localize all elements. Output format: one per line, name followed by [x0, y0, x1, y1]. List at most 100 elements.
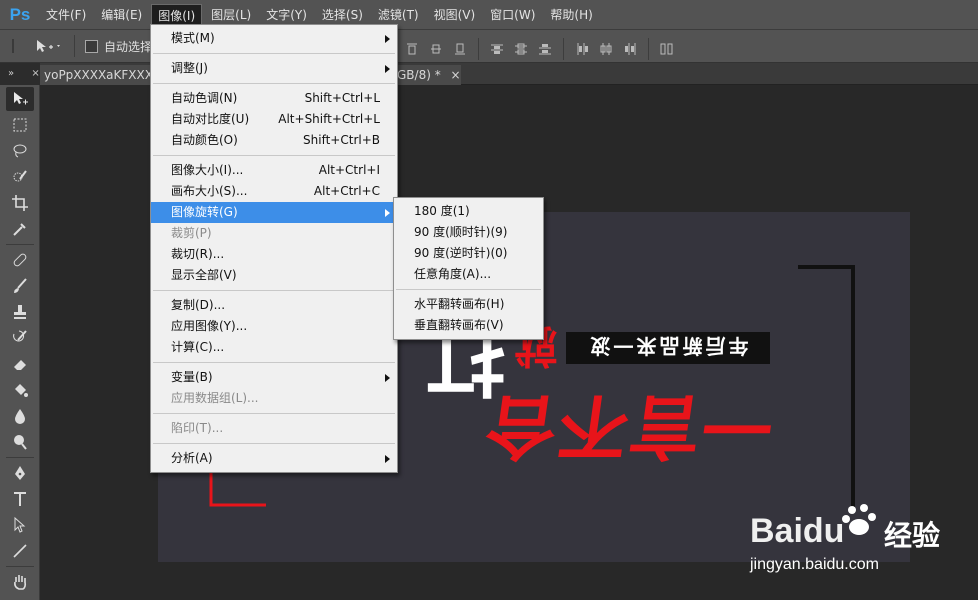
close-icon[interactable]: × — [451, 68, 461, 82]
hand-tool-icon[interactable] — [6, 570, 34, 594]
shortcut: Alt+Ctrl+I — [318, 163, 380, 177]
align-top-icon[interactable] — [404, 41, 420, 57]
menu-item-adjust[interactable]: 调整(J) — [151, 58, 397, 79]
menu-window[interactable]: 窗口(W) — [484, 4, 541, 26]
clone-stamp-tool-icon[interactable] — [6, 300, 34, 324]
submenu-arrow-icon — [385, 65, 390, 73]
watermark-brand: Baidu — [750, 512, 845, 550]
distribute-vcenter-icon[interactable] — [513, 41, 529, 57]
divider — [396, 289, 541, 290]
menu-item-reveal-all[interactable]: 显示全部(V) — [151, 265, 397, 286]
panel-collapse-button[interactable]: » × — [0, 63, 40, 85]
distribute-bottom-icon[interactable] — [537, 41, 553, 57]
menu-item-flip-horizontal[interactable]: 水平翻转画布(H) — [394, 294, 543, 315]
checkbox-box[interactable] — [85, 39, 98, 53]
menu-item-rotate-180[interactable]: 180 度(1) — [394, 201, 543, 222]
marquee-tool-icon[interactable] — [6, 113, 34, 137]
paint-bucket-tool-icon[interactable] — [6, 378, 34, 402]
move-tool-preset-icon[interactable] — [34, 38, 64, 54]
document-tab-row: » × yoPpXXXXaKFXXXX GB/8) * × — [0, 63, 978, 85]
menu-item-rotate-arbitrary[interactable]: 任意角度(A)... — [394, 264, 543, 285]
menu-help[interactable]: 帮助(H) — [544, 4, 598, 26]
divider — [6, 457, 34, 458]
menu-item-calculations[interactable]: 计算(C)... — [151, 337, 397, 358]
watermark-url: jingyan.baidu.com — [750, 556, 879, 573]
menu-bar: Ps 文件(F) 编辑(E) 图像(I) 图层(L) 文字(Y) 选择(S) 滤… — [0, 0, 978, 29]
distribute-top-icon[interactable] — [489, 41, 505, 57]
menu-select[interactable]: 选择(S) — [316, 4, 369, 26]
align-vcenter-icon[interactable] — [428, 41, 444, 57]
shortcut: Alt+Shift+Ctrl+L — [278, 112, 380, 126]
crop-tool-icon[interactable] — [6, 191, 34, 215]
red-headline: 一言不合 — [479, 385, 779, 468]
menu-item-mode[interactable]: 模式(M) — [151, 28, 397, 49]
history-brush-tool-icon[interactable] — [6, 326, 34, 350]
auto-align-icon[interactable] — [659, 41, 675, 57]
blur-tool-icon[interactable] — [6, 404, 34, 428]
healing-brush-tool-icon[interactable] — [6, 248, 34, 272]
path-select-tool-icon[interactable] — [6, 513, 34, 537]
pen-tool-icon[interactable] — [6, 461, 34, 485]
submenu-arrow-icon — [385, 35, 390, 43]
align-bottom-icon[interactable] — [452, 41, 468, 57]
menu-item-crop: 裁剪(P) — [171, 226, 212, 240]
baidu-jingyan-watermark: Baidu 经验 jingyan.baidu.com — [750, 492, 978, 600]
submenu-arrow-icon — [385, 374, 390, 382]
move-tool-icon[interactable] — [6, 87, 34, 111]
divider — [153, 413, 395, 414]
lasso-tool-icon[interactable] — [6, 139, 34, 163]
menu-item-canvas-size[interactable]: 画布大小(S)... Alt+Ctrl+C — [151, 181, 397, 202]
divider — [478, 38, 479, 60]
close-icon[interactable]: × — [31, 68, 39, 79]
menu-item-trap: 陷印(T)... — [171, 421, 224, 435]
divider — [6, 566, 34, 567]
shortcut: Shift+Ctrl+L — [304, 91, 380, 105]
eyedropper-tool-icon[interactable] — [6, 217, 34, 241]
distribute-left-icon[interactable] — [574, 41, 590, 57]
type-tool-icon[interactable] — [6, 487, 34, 511]
menu-item-duplicate[interactable]: 复制(D)... — [151, 295, 397, 316]
menu-file[interactable]: 文件(F) — [40, 4, 92, 26]
divider — [648, 38, 649, 60]
line-tool-icon[interactable] — [6, 539, 34, 563]
distribute-right-icon[interactable] — [622, 41, 638, 57]
menu-view[interactable]: 视图(V) — [428, 4, 482, 26]
menu-item-image-rotation[interactable]: 图像旋转(G) — [151, 202, 397, 223]
tools-panel — [0, 85, 40, 600]
menu-item-rotate-90-cw[interactable]: 90 度(顺时针)(9) — [394, 222, 543, 243]
brush-tool-icon[interactable] — [6, 274, 34, 298]
menu-filter[interactable]: 滤镜(T) — [372, 4, 425, 26]
quick-select-tool-icon[interactable] — [6, 165, 34, 189]
doc-tab-2[interactable]: GB/8) * × — [397, 65, 461, 85]
distribute-hcenter-icon[interactable] — [598, 41, 614, 57]
divider — [153, 290, 395, 291]
menu-item-auto-color[interactable]: 自动颜色(O) Shift+Ctrl+B — [151, 130, 397, 151]
doc-tab-1[interactable]: yoPpXXXXaKFXXXX — [40, 65, 152, 85]
collapse-icon: » — [8, 68, 15, 79]
divider — [6, 244, 34, 245]
menu-edit[interactable]: 编辑(E) — [95, 4, 148, 26]
menu-layer[interactable]: 图层(L) — [205, 4, 257, 26]
divider — [563, 38, 564, 60]
paw-icon — [840, 500, 880, 540]
watermark-cn: 经验 — [884, 519, 941, 552]
menu-item-image-size[interactable]: 图像大小(I)... Alt+Ctrl+I — [151, 160, 397, 181]
menu-item-variables[interactable]: 变量(B) — [151, 367, 397, 388]
doc-tab-title: yoPpXXXXaKFXXXX — [44, 68, 152, 82]
divider — [153, 53, 395, 54]
shortcut: Shift+Ctrl+B — [303, 133, 380, 147]
menu-item-apply-image[interactable]: 应用图像(Y)... — [151, 316, 397, 337]
menu-item-analysis[interactable]: 分析(A) — [151, 448, 397, 469]
menu-item-auto-tone[interactable]: 自动色调(N) Shift+Ctrl+L — [151, 88, 397, 109]
divider — [153, 83, 395, 84]
shortcut: Alt+Ctrl+C — [313, 184, 380, 198]
menu-item-rotate-90-ccw[interactable]: 90 度(逆时针)(0) — [394, 243, 543, 264]
menu-item-trim[interactable]: 裁切(R)... — [151, 244, 397, 265]
dodge-tool-icon[interactable] — [6, 430, 34, 454]
align-buttons — [400, 38, 679, 60]
menu-item-auto-contrast[interactable]: 自动对比度(U) Alt+Shift+Ctrl+L — [151, 109, 397, 130]
eraser-tool-icon[interactable] — [6, 352, 34, 376]
menu-type[interactable]: 文字(Y) — [260, 4, 313, 26]
menu-item-flip-vertical[interactable]: 垂直翻转画布(V) — [394, 315, 543, 336]
menu-image[interactable]: 图像(I) — [151, 3, 203, 26]
